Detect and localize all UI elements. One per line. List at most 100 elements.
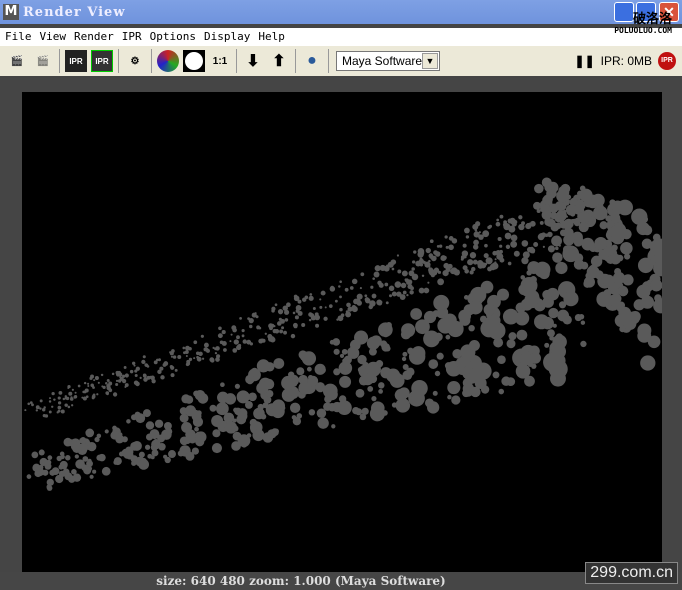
watermark-corner: 299.com.cn (585, 562, 678, 584)
particle (315, 323, 320, 328)
renderer-select[interactable]: Maya Software ▼ (336, 51, 440, 71)
particle (533, 201, 542, 210)
particle (39, 407, 42, 410)
menu-file[interactable]: File (0, 28, 35, 46)
particle (31, 403, 34, 407)
particle (133, 364, 136, 367)
remove-image-icon[interactable]: ⬆ (268, 50, 290, 72)
particle (413, 250, 417, 254)
particle (455, 357, 467, 369)
particle (389, 294, 393, 298)
particle (273, 428, 279, 434)
ipr-badge-icon[interactable]: IPR (658, 52, 676, 70)
render-viewport[interactable] (0, 78, 682, 572)
particle (484, 243, 488, 248)
particle (80, 443, 89, 452)
particle (72, 443, 82, 453)
pause-icon[interactable]: ❚❚ (575, 54, 595, 68)
particle (249, 324, 253, 329)
particle (357, 366, 364, 373)
particle (462, 243, 467, 248)
particle (229, 340, 232, 343)
particle (59, 451, 65, 457)
particle (418, 287, 425, 294)
particle (619, 325, 626, 333)
particle (38, 464, 44, 470)
particle (306, 366, 312, 372)
particle (496, 253, 504, 260)
particle (548, 203, 559, 214)
particle (402, 290, 407, 295)
particle (231, 325, 237, 331)
particle (544, 183, 553, 192)
particle (421, 274, 425, 278)
particle (402, 351, 408, 357)
particle (365, 361, 381, 377)
particle (38, 449, 45, 456)
particle (90, 383, 94, 387)
particle (142, 355, 146, 359)
render-clapper-icon[interactable]: 🎬 (6, 50, 28, 72)
particle (508, 332, 517, 341)
rgb-channels-icon[interactable] (157, 50, 179, 72)
menu-view[interactable]: View (35, 28, 70, 46)
particle (225, 421, 238, 434)
particle (394, 281, 402, 288)
particle (203, 342, 209, 348)
particle (301, 322, 306, 328)
particle (445, 334, 451, 340)
refresh-ipr-icon[interactable]: IPR (91, 50, 113, 72)
particle (382, 410, 388, 416)
chevron-down-icon[interactable]: ▼ (422, 53, 438, 69)
menu-display[interactable]: Display (199, 28, 253, 46)
particle (263, 378, 275, 390)
particle (126, 419, 131, 424)
particle (101, 466, 111, 476)
particle (248, 318, 254, 324)
particle (223, 412, 235, 424)
particle (57, 401, 62, 405)
alpha-channel-icon[interactable] (183, 50, 205, 72)
particle (596, 291, 612, 307)
render-settings-icon[interactable]: ⚙ (124, 50, 146, 72)
menu-bar: File View Render IPR Options Display Hel… (0, 28, 682, 46)
particle (400, 329, 411, 340)
redo-render-icon[interactable]: 🎬 (32, 50, 54, 72)
particle (521, 240, 529, 247)
particle (338, 395, 347, 403)
particle (144, 444, 151, 450)
particle (293, 294, 298, 299)
particle (396, 291, 402, 297)
render-comment-icon[interactable]: ● (301, 50, 323, 72)
keep-image-icon[interactable]: ⬇ (242, 50, 264, 72)
particle (417, 251, 424, 258)
particle (193, 340, 198, 345)
particle (110, 431, 119, 440)
particle (193, 357, 196, 360)
particle (185, 429, 196, 440)
menu-options[interactable]: Options (145, 28, 199, 46)
particle (366, 336, 380, 350)
particle (124, 373, 129, 378)
particle (203, 347, 208, 352)
particle (281, 326, 285, 330)
particle (539, 220, 544, 225)
particle (100, 373, 104, 377)
particle (391, 267, 395, 271)
particle (220, 382, 225, 388)
particle (185, 451, 195, 461)
ipr-render-icon[interactable]: IPR (65, 50, 87, 72)
menu-render[interactable]: Render (69, 28, 117, 46)
particle (447, 320, 464, 338)
minimize-button[interactable] (614, 2, 634, 22)
particle (274, 303, 278, 307)
particle (534, 314, 550, 330)
menu-help[interactable]: Help (253, 28, 288, 46)
particle (241, 328, 245, 333)
real-size-button[interactable]: 1:1 (209, 50, 231, 72)
particle (89, 474, 94, 479)
particle (290, 333, 296, 339)
menu-ipr[interactable]: IPR (117, 28, 145, 46)
particle (316, 408, 327, 418)
particle (115, 379, 119, 383)
